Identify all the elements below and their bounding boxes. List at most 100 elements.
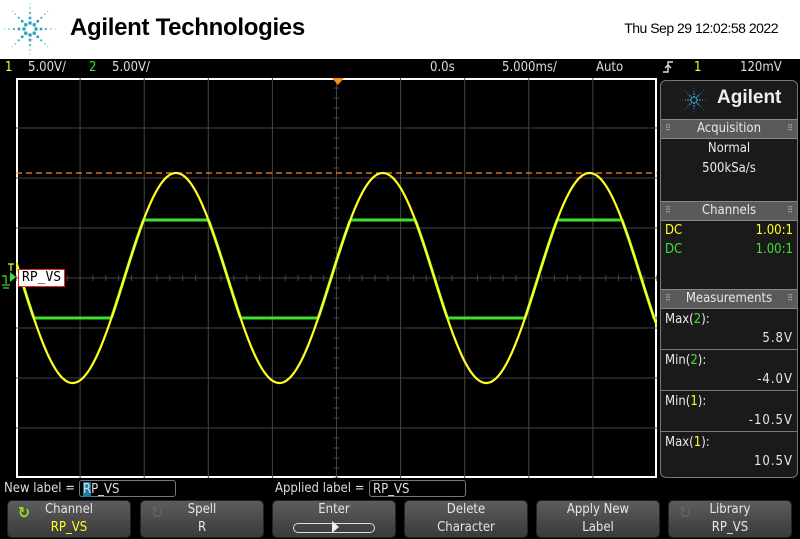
apply-new-label-softkey[interactable]: Apply New Label (536, 500, 660, 538)
logo-dot (28, 33, 32, 37)
logo-dot (8, 28, 10, 30)
time-offset[interactable]: 0.0s (430, 59, 455, 77)
logo-dot (687, 99, 689, 101)
measurement-item: Max(1): 10.5V (661, 432, 797, 472)
drag-grip-icon[interactable]: ⠿ (787, 120, 793, 138)
measurement-channel: 2 (690, 353, 698, 368)
ch1-scale[interactable]: 5.00V/ (28, 59, 66, 77)
logo-dot (690, 101, 693, 104)
datetime: Thu Sep 29 12:02:58 2022 (624, 20, 778, 36)
logo-dot (29, 44, 31, 46)
agilent-spark-logo-icon (4, 3, 56, 55)
measurement-suffix: ): (701, 312, 710, 327)
ch2-scale[interactable]: 5.00V/ (112, 59, 150, 77)
channel-softkey[interactable]: ↻ Channel RP_VS (7, 500, 131, 538)
logo-dot (696, 99, 699, 101)
logo-dot (14, 13, 16, 15)
logo-dot (28, 21, 32, 25)
ch1-probe: 1.00:1 (755, 223, 793, 238)
channel-row: DC 1.00:1 (661, 221, 797, 240)
ch1-coupling: DC (665, 223, 683, 238)
channel-label-tag[interactable]: RP_VS (18, 269, 66, 287)
sidebar-logo: Agilent (661, 81, 797, 119)
measurement-name: Min( (665, 353, 691, 368)
enter-softkey[interactable]: Enter (272, 500, 396, 538)
logo-dot (693, 108, 695, 110)
logo-dot (11, 10, 13, 12)
trigger-mode[interactable]: Auto (596, 59, 623, 77)
logo-dot (44, 13, 46, 15)
library-softkey[interactable]: ↻ Library RP_VS (668, 500, 792, 538)
logo-dot (690, 96, 693, 99)
logo-dot (54, 28, 56, 30)
logo-dot (45, 28, 47, 30)
ch2-number[interactable]: 2 (89, 59, 96, 77)
logo-dot (693, 102, 695, 105)
logo-dot (24, 31, 28, 35)
measurement-suffix: ): (697, 394, 707, 409)
trigger-position-marker[interactable] (332, 78, 344, 85)
ground-reference-icon[interactable] (0, 262, 18, 292)
measurements-header[interactable]: ⠿ Measurements ⠿ (661, 289, 797, 309)
drag-grip-icon[interactable]: ⠿ (787, 290, 793, 308)
logo-dot (20, 19, 24, 23)
softkey-bar: ↻ Channel RP_VS ↻ Spell R Enter Delete C… (0, 500, 800, 539)
logo-dot (699, 105, 701, 107)
label-edit-bar: New label = RP_VS Applied label = RP_VS (0, 480, 800, 499)
logo-dot (685, 107, 687, 109)
logo-dot (17, 39, 20, 42)
logo-dot (699, 99, 701, 101)
header-bar: Agilent Technologies Thu Sep 29 12:02:58… (0, 0, 800, 59)
logo-dot (32, 23, 36, 27)
logo-dot (29, 49, 31, 51)
logo-dot (689, 95, 691, 97)
trigger-source[interactable]: 1 (694, 59, 701, 77)
trigger-level[interactable]: 120mV (740, 59, 782, 77)
measurement-channel: 1 (690, 394, 698, 409)
logo-dot (701, 91, 703, 93)
logo-dot (693, 105, 695, 107)
time-scale[interactable]: 5.000ms/ (502, 59, 557, 77)
ch2-probe: 1.00:1 (755, 242, 793, 257)
logo-dot (693, 90, 695, 92)
new-label-input[interactable]: RP_VS (79, 480, 176, 497)
logo-dot (693, 88, 695, 90)
drag-grip-icon[interactable]: ⠿ (665, 202, 671, 220)
ch1-number[interactable]: 1 (5, 59, 12, 77)
drag-grip-icon[interactable]: ⠿ (665, 120, 671, 138)
drag-grip-icon[interactable]: ⠿ (665, 290, 671, 308)
softkey-label: Enter (318, 502, 350, 517)
drag-grip-icon[interactable]: ⠿ (787, 202, 793, 220)
new-label-caption: New label = (4, 481, 76, 496)
logo-dot (40, 16, 43, 19)
channels-header[interactable]: ⠿ Channels ⠿ (661, 201, 797, 221)
spell-softkey[interactable]: ↻ Spell R (140, 500, 264, 538)
measurement-value: -10.5V (748, 413, 793, 428)
logo-dot (693, 93, 695, 95)
channel-row: DC 1.00:1 (661, 240, 797, 259)
logo-dot (693, 95, 695, 98)
logo-dot (4, 28, 6, 30)
rotate-knob-icon: ↻ (679, 503, 692, 522)
grid-lines (16, 78, 657, 478)
logo-dot (32, 31, 36, 35)
logo-dot (28, 16, 32, 20)
logo-dot (36, 19, 40, 23)
softkey-value: Label (582, 520, 614, 535)
measurement-item: Min(2): -4.0V (661, 350, 797, 391)
logo-dot (47, 46, 49, 48)
delete-character-softkey[interactable]: Delete Character (404, 500, 528, 538)
waveform-display[interactable] (16, 78, 657, 478)
logo-dot (17, 16, 20, 19)
logo-dot (693, 110, 695, 112)
measurement-value: 5.8V (762, 331, 793, 346)
acquisition-header[interactable]: ⠿ Acquisition ⠿ (661, 119, 797, 139)
logo-dot (13, 28, 15, 30)
measurement-value: 10.5V (753, 454, 793, 469)
sample-rate: 500kSa/s (702, 161, 756, 176)
measurement-name: Min( (665, 394, 691, 409)
applied-label-field: RP_VS (369, 480, 466, 497)
logo-dot (689, 99, 692, 101)
measurement-suffix: ): (701, 435, 710, 450)
logo-dot (684, 99, 686, 101)
